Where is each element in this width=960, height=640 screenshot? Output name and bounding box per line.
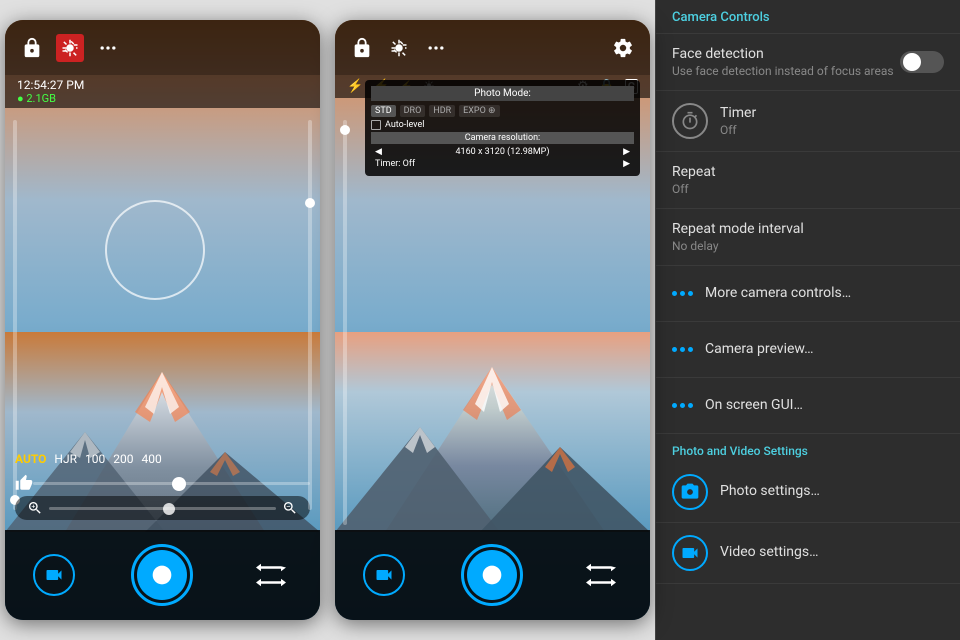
auto-level-checkbox[interactable]: Auto-level xyxy=(371,120,634,130)
exposure-icon[interactable] xyxy=(55,33,85,63)
camera-preview-dots xyxy=(672,347,693,352)
photo-settings-icon xyxy=(672,474,708,510)
settings-panel: Camera Controls Face detection Use face … xyxy=(655,0,960,640)
lock-icon[interactable] xyxy=(17,33,47,63)
timer-content: Timer Off xyxy=(720,105,944,137)
camera-preview-content: Camera preview… xyxy=(705,341,944,359)
exposure-slider-track[interactable] xyxy=(33,482,310,485)
timer-icon xyxy=(672,103,708,139)
flip-camera-button-2[interactable] xyxy=(580,554,622,596)
video-settings-title: Video settings… xyxy=(720,544,944,560)
settings-icon-2[interactable] xyxy=(608,33,638,63)
auto-level-label: Auto-level xyxy=(385,120,424,130)
more-controls-content: More camera controls… xyxy=(705,285,944,303)
exposure-controls: AUTO HJR 100 200 400 xyxy=(5,448,320,520)
repeat-sub: Off xyxy=(672,182,944,196)
settings-item-more-controls[interactable]: More camera controls… xyxy=(656,266,960,322)
face-detection-sub: Use face detection instead of focus area… xyxy=(672,64,900,78)
time-display: 12:54:27 PM xyxy=(17,78,308,92)
repeat-content: Repeat Off xyxy=(672,164,944,196)
video-button-2[interactable] xyxy=(363,554,405,596)
video-button-1[interactable] xyxy=(33,554,75,596)
flash-icon[interactable]: ⚡ xyxy=(347,79,363,94)
photo-mode-title: Photo Mode: xyxy=(371,86,634,101)
video-settings-content: Video settings… xyxy=(720,544,944,562)
repeat-interval-sub: No delay xyxy=(672,239,944,253)
photo-mode-options: STD DRO HDR EXPO ⊕ xyxy=(371,105,634,117)
mode-dro[interactable]: DRO xyxy=(400,105,426,117)
mode-hdr[interactable]: HDR xyxy=(429,105,455,117)
exposure-slider-row xyxy=(15,470,310,496)
timer-row[interactable]: Timer: Off ▶ xyxy=(371,158,634,170)
exposure-icon-2[interactable] xyxy=(385,34,413,62)
resolution-title: Camera resolution: xyxy=(371,132,634,144)
mode-std[interactable]: STD xyxy=(371,105,396,117)
lock-icon-2[interactable] xyxy=(347,33,377,63)
settings-item-face-detection[interactable]: Face detection Use face detection instea… xyxy=(656,34,960,91)
settings-item-photo-settings[interactable]: Photo settings… xyxy=(656,462,960,523)
top-bar-1 xyxy=(5,20,320,75)
settings-item-repeat[interactable]: Repeat Off xyxy=(656,152,960,209)
more-controls-dots xyxy=(672,291,693,296)
timer-sub: Off xyxy=(720,123,944,137)
bottom-bar-1 xyxy=(5,530,320,620)
more-options-icon[interactable] xyxy=(93,33,123,63)
iso-row: AUTO HJR 100 200 400 xyxy=(15,448,310,470)
left-exposure-slider-2[interactable] xyxy=(343,120,347,525)
camera-panel-1: 12:54:27 PM ● 2.1GB AUTO HJR 100 200 400 xyxy=(5,20,320,620)
top-bar-2-right xyxy=(608,33,638,63)
timer-title: Timer xyxy=(720,105,944,121)
flip-camera-button-1[interactable] xyxy=(250,554,292,596)
settings-item-repeat-interval[interactable]: Repeat mode interval No delay xyxy=(656,209,960,266)
camera-preview-title: Camera preview… xyxy=(705,341,944,357)
face-detection-toggle[interactable] xyxy=(900,51,944,73)
iso-400[interactable]: 400 xyxy=(141,452,161,466)
shutter-button-2[interactable] xyxy=(461,544,523,606)
shutter-button-1[interactable] xyxy=(131,544,193,606)
on-screen-gui-title: On screen GUI… xyxy=(705,397,944,413)
repeat-interval-content: Repeat mode interval No delay xyxy=(672,221,944,253)
on-screen-gui-content: On screen GUI… xyxy=(705,397,944,415)
iso-hjr[interactable]: HJR xyxy=(54,452,77,466)
repeat-interval-title: Repeat mode interval xyxy=(672,221,944,237)
settings-header: Camera Controls xyxy=(656,0,960,34)
face-detection-title: Face detection xyxy=(672,46,900,62)
settings-item-on-screen-gui[interactable]: On screen GUI… xyxy=(656,378,960,434)
mode-expo[interactable]: EXPO ⊕ xyxy=(459,105,499,117)
resolution-value[interactable]: ◀ 4160 x 3120 (12.98MP) ▶ xyxy=(371,146,634,158)
repeat-title: Repeat xyxy=(672,164,944,180)
photo-settings-content: Photo settings… xyxy=(720,483,944,501)
photo-mode-menu: Photo Mode: STD DRO HDR EXPO ⊕ Auto-leve… xyxy=(365,80,640,176)
zoom-row xyxy=(15,496,310,520)
storage-display: ● 2.1GB xyxy=(17,92,308,105)
bottom-bar-2 xyxy=(335,530,650,620)
more-options-icon-2[interactable] xyxy=(421,33,451,63)
side-zoom-slider[interactable] xyxy=(308,120,312,510)
settings-item-camera-preview[interactable]: Camera preview… xyxy=(656,322,960,378)
top-bar-2-left xyxy=(347,33,608,63)
settings-item-timer[interactable]: Timer Off xyxy=(656,91,960,152)
photo-settings-title: Photo settings… xyxy=(720,483,944,499)
more-controls-title: More camera controls… xyxy=(705,285,944,301)
face-detection-content: Face detection Use face detection instea… xyxy=(672,46,900,78)
iso-auto[interactable]: AUTO xyxy=(15,452,46,466)
camera-panel-2: ⚡ ⚡ ⚡ ☀ ⚙ 🔒 C Photo Mode: STD DRO HDR EX… xyxy=(335,20,650,620)
face-detection-right xyxy=(900,51,944,73)
video-settings-icon xyxy=(672,535,708,571)
photo-video-section-header: Photo and Video Settings xyxy=(656,434,960,462)
info-bar: 12:54:27 PM ● 2.1GB xyxy=(5,75,320,108)
top-bar-2 xyxy=(335,20,650,75)
top-bar-left-icons xyxy=(17,33,308,63)
iso-100[interactable]: 100 xyxy=(85,452,105,466)
settings-item-video-settings[interactable]: Video settings… xyxy=(656,523,960,584)
on-screen-gui-dots xyxy=(672,403,693,408)
iso-200[interactable]: 200 xyxy=(113,452,133,466)
focus-circle[interactable] xyxy=(105,200,205,300)
